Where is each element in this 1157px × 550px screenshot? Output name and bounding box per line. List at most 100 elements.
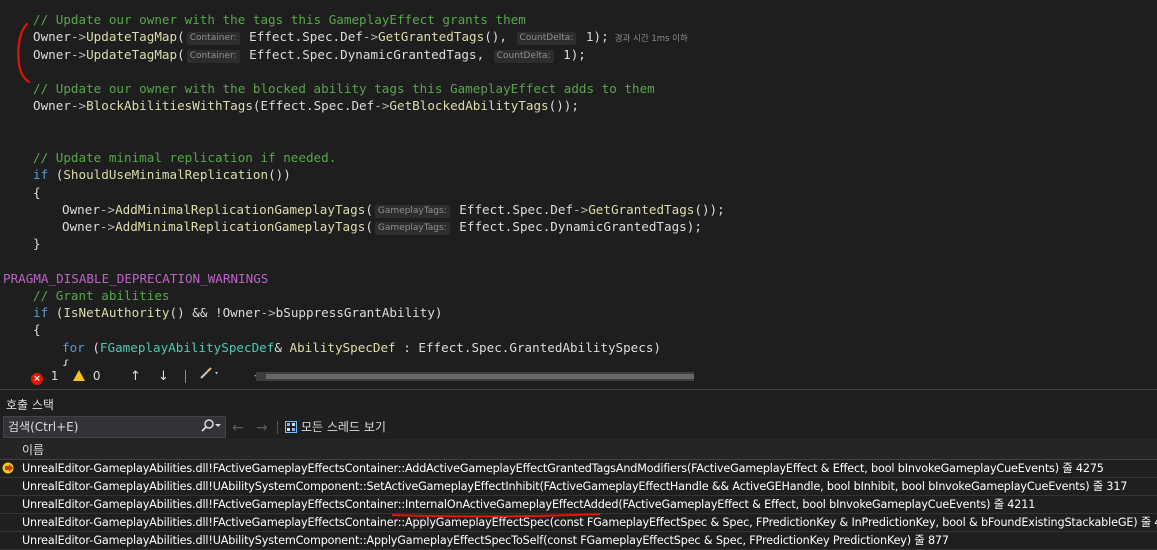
red-annotation-underline — [391, 513, 601, 518]
code-token: GetGrantedTags — [378, 29, 485, 44]
code-token: -> — [99, 219, 116, 234]
code-token: GetBlockedAbilityTags — [389, 98, 549, 113]
code-token: -> — [573, 202, 589, 217]
code-token: & — [274, 340, 290, 355]
code-line: if (ShouldUseMinimalReplication()) — [33, 166, 291, 183]
show-all-threads-label: 모든 스레드 보기 — [301, 420, 386, 434]
code-line: Owner->AddMinimalReplicationGameplayTags… — [62, 218, 702, 235]
code-token: ( — [365, 219, 373, 234]
code-token: -> — [70, 47, 87, 62]
warnings-indicator[interactable]: 0 — [73, 366, 100, 387]
code-token: BlockAbilitiesWithTags — [86, 98, 253, 113]
code-token: Owner — [33, 98, 71, 113]
code-line: // Update our owner with the tags this G… — [33, 11, 526, 28]
code-token: Owner — [62, 202, 100, 217]
code-token: FGameplayAbilitySpecDef — [99, 340, 275, 355]
code-token: () && !Owner — [169, 305, 261, 320]
errors-indicator[interactable]: × 1 — [31, 366, 58, 387]
divider — [185, 370, 186, 383]
error-count: 1 — [50, 369, 59, 383]
code-token: ()); — [548, 98, 579, 113]
inlay-hint: Container: — [186, 50, 240, 63]
code-token: ( — [48, 305, 64, 320]
code-token: AbilitySpecDef — [289, 340, 396, 355]
code-token: -> — [70, 29, 87, 44]
frame-text: UnrealEditor-GameplayAbilities.dll!FActi… — [22, 462, 1104, 475]
code-token: -> — [260, 305, 276, 320]
code-token: 1); — [578, 29, 609, 44]
code-token: } — [33, 236, 41, 251]
search-previous-button[interactable]: ← — [232, 420, 244, 436]
code-token: bSuppressGrantAbility) — [275, 305, 443, 320]
code-token: for — [62, 340, 85, 355]
code-token: -> — [362, 29, 379, 44]
red-annotation-bracket — [17, 22, 31, 84]
code-token: UpdateTagMap — [86, 29, 178, 44]
frame-text: UnrealEditor-GameplayAbilities.dll!UAbil… — [22, 534, 949, 547]
code-token: (), — [484, 29, 515, 44]
code-line: { — [62, 356, 70, 366]
code-token: Effect.Spec.Def — [241, 29, 363, 44]
code-line: // Update minimal replication if needed. — [33, 149, 336, 166]
column-header[interactable]: 이름 — [0, 439, 1157, 460]
search-input[interactable] — [8, 418, 188, 436]
search-icon — [201, 419, 221, 432]
code-token: -> — [99, 202, 116, 217]
code-token: Effect.Spec.Def — [451, 202, 574, 217]
code-editor[interactable]: // Update our owner with the tags this G… — [0, 0, 1157, 366]
search-options[interactable] — [200, 418, 224, 436]
threads-icon — [285, 421, 297, 433]
code-token: Owner — [33, 47, 71, 62]
frame-text: UnrealEditor-GameplayAbilities.dll!UAbil… — [22, 480, 1128, 493]
search-box[interactable] — [3, 416, 226, 438]
warning-icon — [73, 370, 85, 381]
code-token: Owner — [62, 219, 100, 234]
code-token: ()); — [694, 202, 725, 217]
code-line: // Grant abilities — [33, 287, 169, 304]
code-token: (Effect.Spec.Def — [252, 98, 375, 113]
code-token: ( — [177, 29, 185, 44]
code-line: Owner->UpdateTagMap(Container: Effect.Sp… — [33, 46, 586, 63]
brush-icon — [200, 367, 218, 379]
code-token: 1); — [555, 47, 586, 62]
code-token: // Update our owner with the tags this G… — [33, 12, 526, 27]
error-icon: × — [31, 373, 43, 385]
scrollbar-thumb[interactable] — [266, 374, 694, 379]
call-stack-frame[interactable]: UnrealEditor-GameplayAbilities.dll!FActi… — [0, 460, 1157, 478]
code-token: -> — [70, 98, 87, 113]
code-line: // Update our owner with the blocked abi… — [33, 80, 655, 97]
code-token: AddMinimalReplicationGameplayTags — [115, 219, 366, 234]
call-stack-frame[interactable]: UnrealEditor-GameplayAbilities.dll!UAbil… — [0, 478, 1157, 496]
code-line: Owner->BlockAbilitiesWithTags(Effect.Spe… — [33, 97, 579, 114]
current-frame-arrow-icon — [2, 462, 14, 474]
code-token: ( — [48, 167, 64, 182]
inlay-hint: GameplayTags: — [374, 222, 450, 235]
code-line: PRAGMA_DISABLE_DEPRECATION_WARNINGS — [3, 270, 268, 287]
warning-count: 0 — [92, 369, 101, 383]
code-token: ( — [177, 47, 185, 62]
code-line: for (FGameplayAbilitySpecDef& AbilitySpe… — [62, 339, 661, 356]
previous-issue-button[interactable]: ↑ — [130, 366, 141, 387]
cleanup-button[interactable] — [199, 366, 221, 387]
show-all-threads-button[interactable]: 모든 스레드 보기 — [285, 418, 386, 436]
next-issue-button[interactable]: ↓ — [158, 366, 169, 387]
search-next-button[interactable]: → — [256, 420, 268, 436]
code-token: GetGrantedTags — [588, 202, 695, 217]
code-token: // Update minimal replication if needed. — [33, 150, 337, 165]
column-name-label: 이름 — [22, 443, 45, 457]
code-token: ShouldUseMinimalReplication — [63, 167, 269, 182]
code-line: Owner->AddMinimalReplicationGameplayTags… — [62, 201, 725, 218]
code-token: if — [33, 167, 49, 182]
code-token: Effect.Spec.DynamicGrantedTags, — [241, 47, 492, 62]
code-token: AddMinimalReplicationGameplayTags — [115, 202, 366, 217]
code-line: { — [33, 321, 41, 338]
code-token: { — [33, 185, 41, 200]
horizontal-scrollbar[interactable] — [256, 372, 694, 381]
call-stack-frame[interactable]: UnrealEditor-GameplayAbilities.dll!UAbil… — [0, 532, 1157, 550]
code-token: UpdateTagMap — [86, 47, 178, 62]
code-token: if — [33, 305, 49, 320]
code-line: if (IsNetAuthority() && !Owner->bSuppres… — [33, 304, 442, 321]
code-token: Effect.Spec.DynamicGrantedTags); — [451, 219, 702, 234]
code-token: { — [62, 357, 70, 366]
code-line: { — [33, 184, 41, 201]
